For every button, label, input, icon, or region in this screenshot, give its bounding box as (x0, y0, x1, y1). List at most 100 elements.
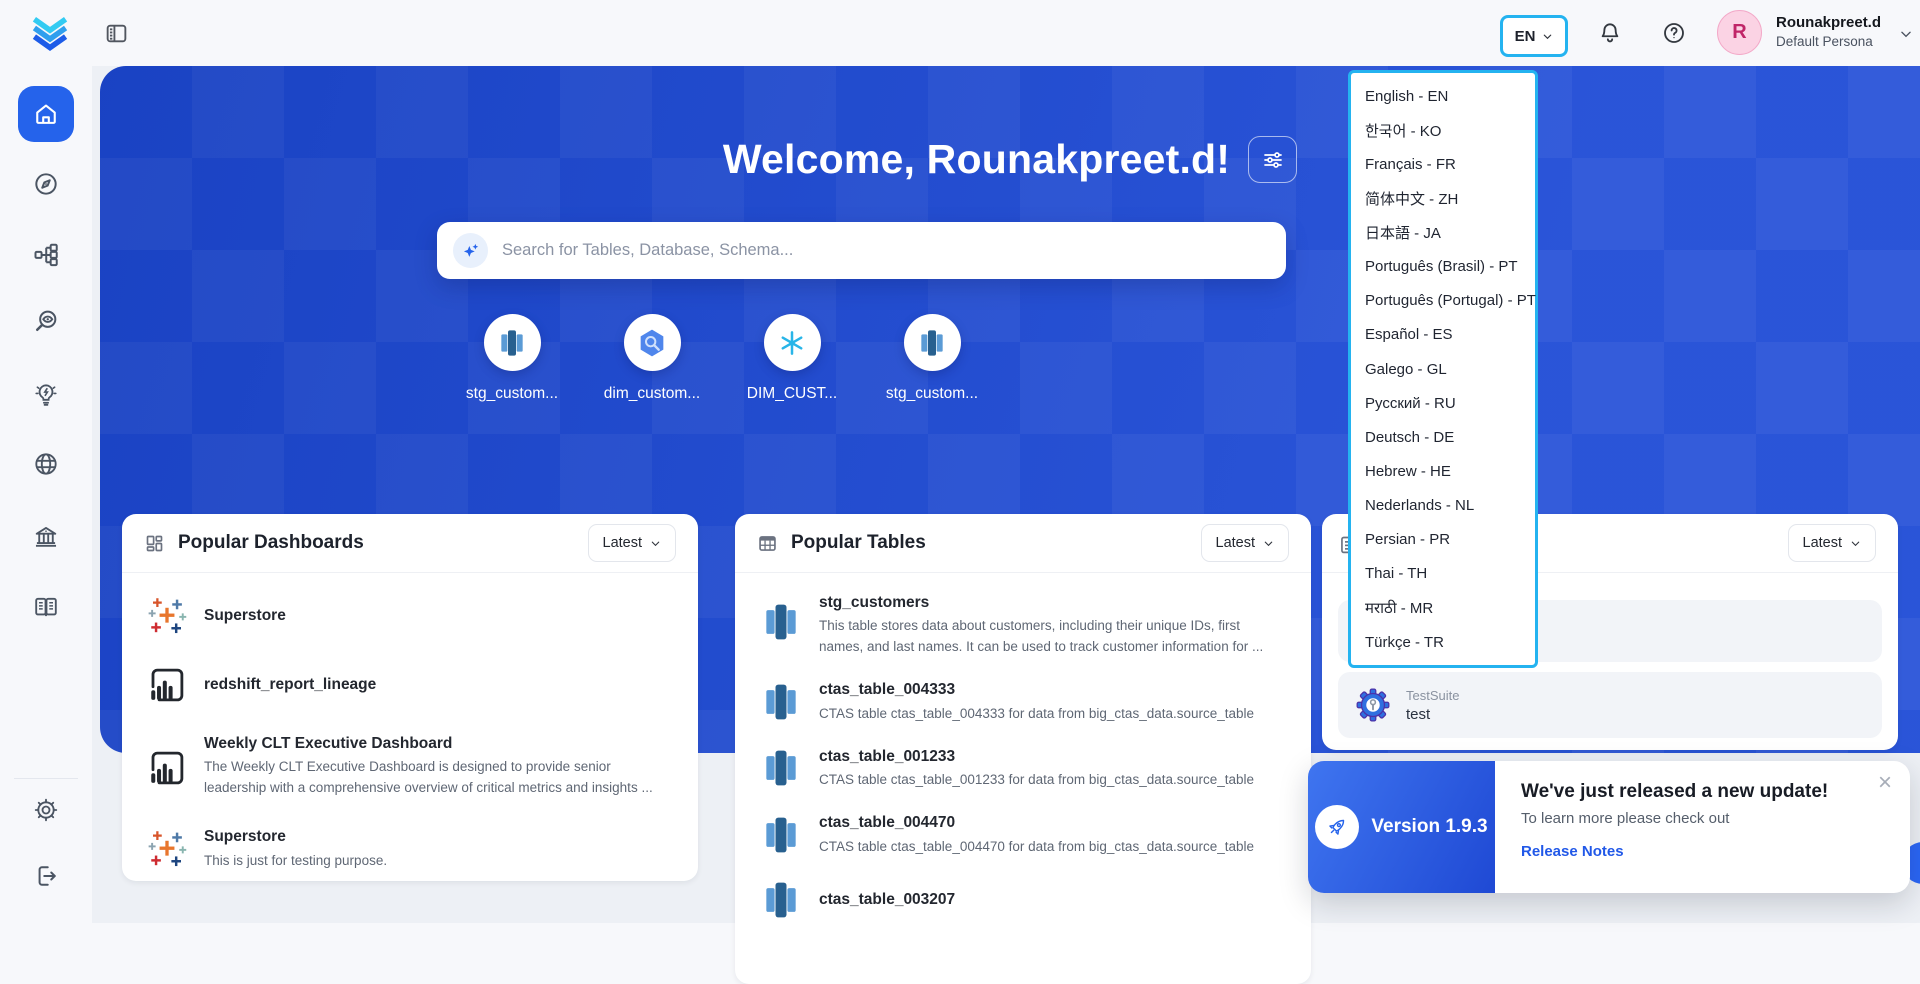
compass-icon (32, 170, 60, 198)
chevron-down-icon[interactable] (1899, 27, 1913, 41)
logout-icon (32, 862, 60, 890)
language-option[interactable]: 한국어 - KO (1351, 113, 1535, 147)
sidebar-item-logout[interactable] (0, 862, 92, 890)
language-dropdown-menu: English - EN 한국어 - KO Français - FR 简体中文… (1348, 70, 1538, 668)
language-option[interactable]: 日本語 - JA (1351, 216, 1535, 250)
language-selector-button[interactable]: EN (1500, 15, 1568, 57)
dashboard-grid-icon (144, 533, 165, 554)
sidebar-item-observability[interactable] (0, 307, 92, 335)
sidebar-item-governance[interactable] (0, 523, 92, 551)
language-option[interactable]: Hebrew - HE (1351, 454, 1535, 488)
search-input[interactable] (502, 241, 1270, 260)
user-persona: Default Persona (1776, 33, 1881, 51)
table-row[interactable]: ctas_table_003207 (759, 878, 1287, 922)
redshift-icon (759, 878, 803, 922)
quick-link-bigquery[interactable]: dim_custom... (582, 314, 722, 403)
release-notes-link[interactable]: Release Notes (1521, 843, 1624, 860)
global-search (437, 222, 1286, 279)
table-row[interactable]: ctas_table_001233 CTAS table ctas_table_… (759, 746, 1287, 791)
language-option[interactable]: Galego - GL (1351, 352, 1535, 386)
gear-icon (32, 796, 60, 824)
ai-sparkle-icon (453, 233, 488, 268)
third-latest-filter[interactable]: Latest (1788, 524, 1877, 562)
language-option[interactable]: Français - FR (1351, 147, 1535, 181)
bigquery-icon (624, 314, 681, 371)
app-root: Welcome, Rounakpreet.d! (0, 0, 1920, 923)
dashboard-row[interactable]: Weekly CLT Executive Dashboard The Weekl… (146, 733, 674, 799)
rocket-icon (1315, 805, 1359, 849)
topbar: EN R Rounakpreet.d Default Persona (0, 0, 1920, 66)
sidebar-item-discover[interactable] (0, 170, 92, 198)
sidebar-item-glossary[interactable] (0, 593, 92, 621)
language-option[interactable]: मराठी - MR (1351, 591, 1535, 625)
avatar[interactable]: R (1717, 10, 1762, 55)
quick-link-snowflake[interactable]: DIM_CUST... (722, 314, 862, 403)
dashboard-row[interactable]: Superstore (146, 595, 674, 637)
card-title: Popular Dashboards (178, 532, 575, 554)
book-icon (32, 593, 60, 621)
app-logo-icon[interactable] (28, 11, 72, 55)
sidebar-divider (14, 778, 78, 779)
language-option[interactable]: Persian - PR (1351, 523, 1535, 557)
help-icon[interactable] (1661, 20, 1687, 46)
popular-dashboards-card: Popular Dashboards Latest (122, 514, 698, 881)
testsuite-row[interactable]: TestSuite test (1338, 672, 1882, 738)
quick-link-redshift-2[interactable]: stg_custom... (862, 314, 1002, 403)
tableau-icon (146, 828, 188, 870)
notifications-bell-icon[interactable] (1597, 20, 1623, 46)
sliders-icon (1261, 148, 1285, 172)
table-icon (757, 533, 778, 554)
powerbi-icon (146, 747, 188, 789)
language-option[interactable]: Español - ES (1351, 318, 1535, 352)
sidebar-item-web[interactable] (0, 450, 92, 478)
language-option[interactable]: Thai - TH (1351, 557, 1535, 591)
sidebar-item-insights[interactable] (0, 380, 92, 408)
snowflake-icon (764, 314, 821, 371)
language-option[interactable]: Nederlands - NL (1351, 489, 1535, 523)
dashboard-row[interactable]: Superstore This is just for testing purp… (146, 826, 674, 871)
bank-icon (32, 523, 60, 551)
quick-links-row: stg_custom... dim_custom... (442, 314, 1002, 403)
user-name: Rounakpreet.d (1776, 13, 1881, 33)
sidebar-item-lineage[interactable] (0, 241, 92, 269)
magnifier-eye-icon (32, 307, 60, 335)
table-row[interactable]: ctas_table_004470 CTAS table ctas_table_… (759, 812, 1287, 857)
redshift-icon (484, 314, 541, 371)
tableau-icon (146, 595, 188, 637)
language-option[interactable]: Русский - RU (1351, 386, 1535, 420)
chevron-down-icon (1263, 538, 1274, 549)
language-option[interactable]: Português (Portugal) - PT (1351, 284, 1535, 318)
table-row[interactable]: stg_customers This table stores data abo… (759, 592, 1287, 658)
sidebar-item-settings[interactable] (0, 796, 92, 824)
globe-icon (32, 450, 60, 478)
dashboard-row[interactable]: redshift_report_lineage (146, 664, 674, 706)
sidebar-toggle-icon[interactable] (104, 21, 129, 46)
user-menu[interactable]: Rounakpreet.d Default Persona (1776, 13, 1881, 50)
quick-link-redshift-1[interactable]: stg_custom... (442, 314, 582, 403)
update-toast: Version 1.9.3 We've just released a new … (1308, 761, 1910, 893)
hero-preferences-button[interactable] (1248, 136, 1297, 183)
dashboards-latest-filter[interactable]: Latest (588, 524, 677, 562)
lightbulb-icon (32, 380, 60, 408)
version-label: Version 1.9.3 (1371, 816, 1487, 838)
toast-title: We've just released a new update! (1521, 781, 1886, 803)
tables-latest-filter[interactable]: Latest (1201, 524, 1290, 562)
language-option[interactable]: Deutsch - DE (1351, 420, 1535, 454)
redshift-icon (759, 746, 803, 790)
lineage-icon (32, 241, 60, 269)
redshift-icon (759, 600, 803, 644)
table-row[interactable]: ctas_table_004333 CTAS table ctas_table_… (759, 679, 1287, 724)
redshift-icon (904, 314, 961, 371)
language-option[interactable]: Türkçe - TR (1351, 625, 1535, 659)
sidebar-item-home[interactable] (18, 86, 74, 142)
home-icon (32, 100, 60, 128)
close-icon[interactable]: × (1878, 771, 1892, 795)
popular-tables-card: Popular Tables Latest stg_customers This… (735, 514, 1311, 984)
gear-wrench-icon (1354, 686, 1392, 724)
redshift-icon (759, 680, 803, 724)
language-option[interactable]: English - EN (1351, 79, 1535, 113)
toast-body: To learn more please check out (1521, 810, 1886, 827)
language-option[interactable]: 简体中文 - ZH (1351, 181, 1535, 215)
language-option[interactable]: Português (Brasil) - PT (1351, 250, 1535, 284)
welcome-title: Welcome, Rounakpreet.d! (723, 136, 1230, 183)
